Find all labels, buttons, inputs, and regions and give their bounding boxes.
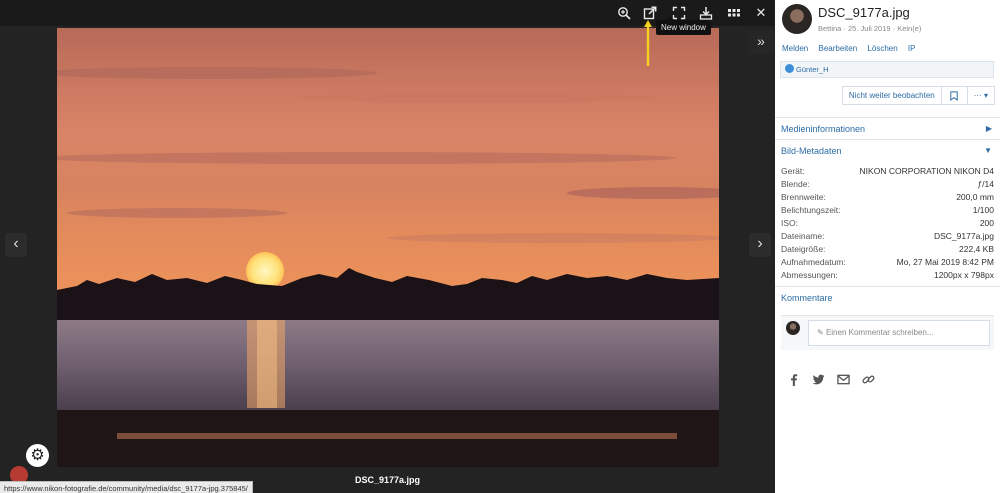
- media-title: DSC_9177a.jpg: [818, 5, 910, 20]
- comments-section-title: Kommentare: [775, 286, 1000, 308]
- delete-link[interactable]: Löschen: [867, 44, 897, 53]
- status-bar-url: https://www.nikon-fotografie.de/communit…: [0, 481, 253, 493]
- prev-image-button[interactable]: ‹: [5, 233, 27, 257]
- metadata-list: Gerät: NIKON CORPORATION NIKON D4 Blende:…: [781, 165, 994, 282]
- sunset-photo: [57, 28, 719, 467]
- metadata-row: Belichtungszeit: 1/100: [781, 205, 994, 215]
- media-meta: Bettina · 25. Juli 2019 · Kein(e): [818, 24, 922, 33]
- ip-link[interactable]: IP: [908, 44, 916, 53]
- metadata-row: Gerät: NIKON CORPORATION NIKON D4: [781, 166, 994, 176]
- report-link[interactable]: Melden: [782, 44, 808, 53]
- more-options-button[interactable]: ··· ▾: [967, 86, 995, 105]
- avatar[interactable]: [782, 4, 812, 34]
- zoom-in-icon[interactable]: [614, 3, 634, 23]
- next-image-button[interactable]: ›: [749, 233, 771, 257]
- reaction-user[interactable]: Günter_H: [796, 65, 829, 74]
- metadata-row: Dateiname: DSC_9177a.jpg: [781, 231, 994, 241]
- bookmark-icon[interactable]: [941, 86, 968, 105]
- caret-down-icon: ▼: [984, 146, 992, 155]
- media-info-section[interactable]: Medieninformationen ▶: [775, 117, 1000, 139]
- email-icon[interactable]: [837, 373, 850, 386]
- comment-input[interactable]: ✎ Einen Kommentar schreiben...: [808, 320, 990, 346]
- edit-link[interactable]: Bearbeiten: [818, 44, 857, 53]
- close-icon[interactable]: ✕: [751, 3, 771, 23]
- settings-gear-icon[interactable]: ⚙: [26, 444, 49, 467]
- caret-right-icon: ▶: [985, 124, 992, 133]
- metadata-row: Blende: ƒ/14: [781, 179, 994, 189]
- toggle-sidebar-button[interactable]: »: [748, 30, 774, 54]
- like-icon: [785, 64, 794, 73]
- metadata-row: Abmessungen: 1200px x 798px: [781, 270, 994, 280]
- action-links: Melden Bearbeiten Löschen IP: [782, 44, 923, 53]
- metadata-row: Aufnahmedatum: Mo, 27 Mai 2019 8:42 PM: [781, 257, 994, 267]
- link-icon[interactable]: [862, 373, 875, 386]
- unwatch-button[interactable]: Nicht weiter beobachten: [841, 86, 942, 105]
- share-row: [787, 373, 875, 386]
- avatar: [786, 321, 800, 335]
- info-sidebar: DSC_9177a.jpg Bettina · 25. Juli 2019 · …: [775, 0, 1000, 493]
- metadata-row: Brennweite: 200,0 mm: [781, 192, 994, 202]
- twitter-icon[interactable]: [812, 373, 825, 386]
- watch-controls: Nicht weiter beobachten ··· ▾: [841, 86, 995, 105]
- reactions-bar: Günter_H: [780, 61, 994, 78]
- image-metadata-section[interactable]: Bild-Metadaten ▼: [775, 139, 1000, 161]
- annotation-arrow: [644, 20, 652, 66]
- metadata-row: Dateigröße: 222,4 KB: [781, 244, 994, 254]
- grid-icon[interactable]: [724, 3, 744, 23]
- media-viewer: ✕ New window ‹ › » DSC_9177a.jpg ⚙ https…: [0, 0, 775, 493]
- facebook-icon[interactable]: [787, 373, 800, 386]
- tooltip: New window: [656, 16, 711, 35]
- comment-composer: ✎ Einen Kommentar schreiben...: [781, 315, 994, 350]
- metadata-row: ISO: 200: [781, 218, 994, 228]
